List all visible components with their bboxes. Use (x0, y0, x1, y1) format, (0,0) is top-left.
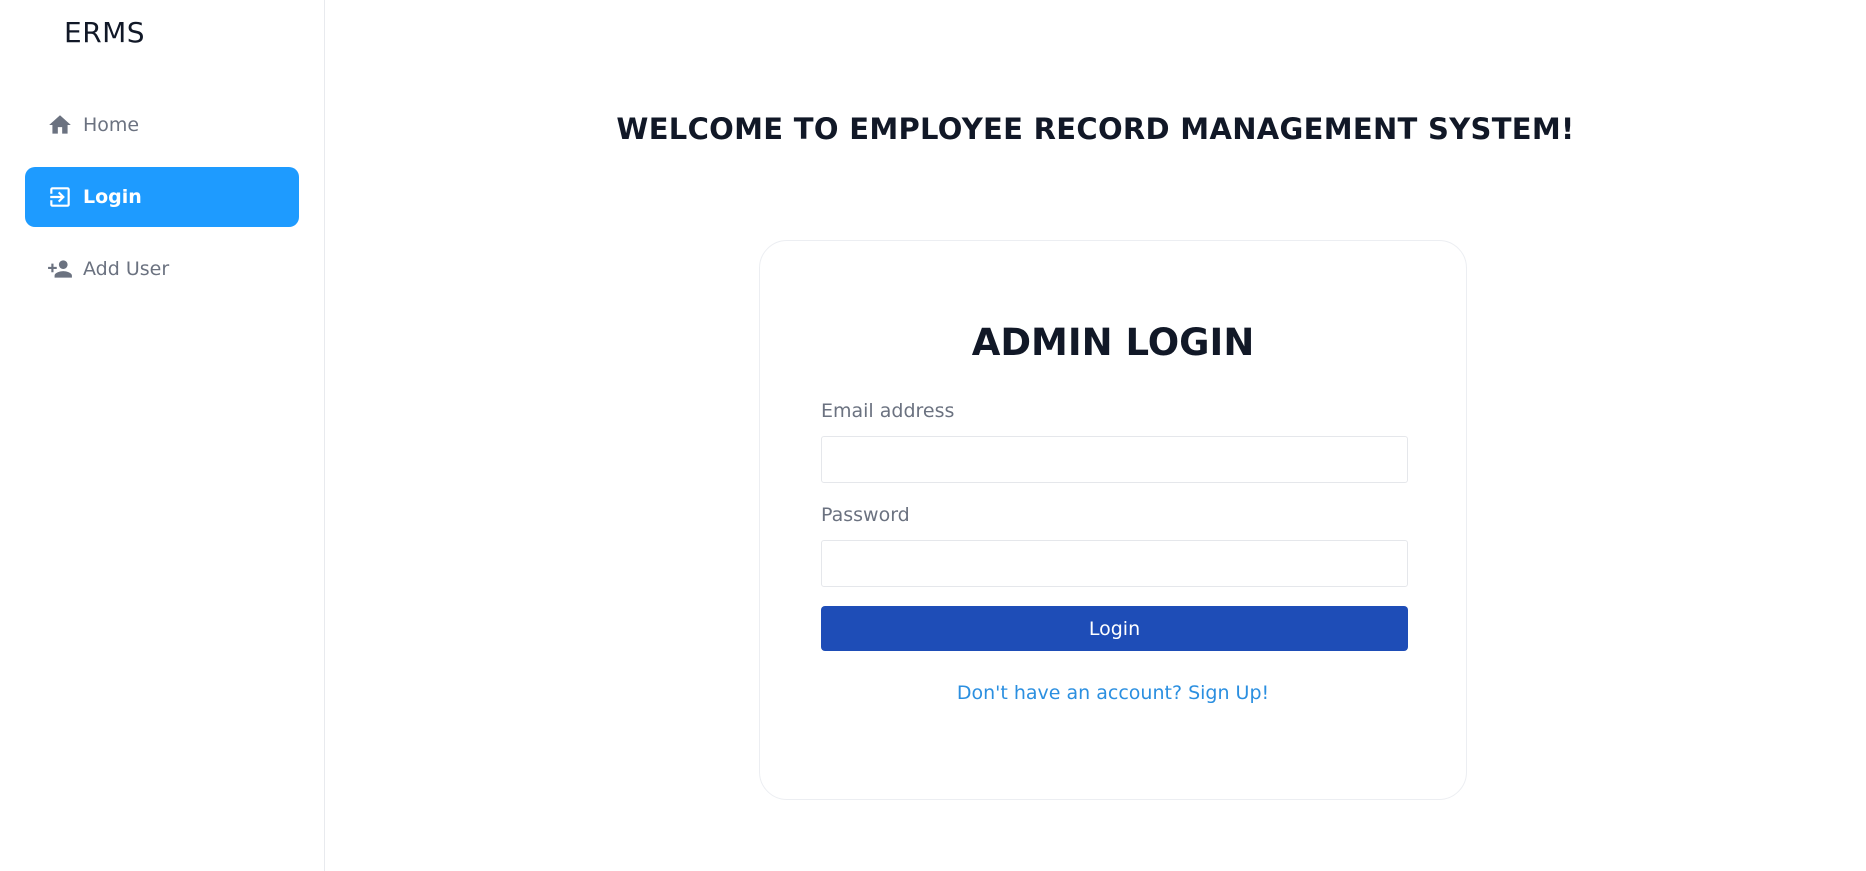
page-title: WELCOME TO EMPLOYEE RECORD MANAGEMENT SY… (616, 112, 1575, 146)
sidebar-item-login[interactable]: Login (25, 167, 299, 227)
sidebar-item-add-user[interactable]: Add User (25, 239, 299, 299)
login-button[interactable]: Login (821, 606, 1408, 651)
email-label: Email address (821, 400, 955, 422)
sidebar-item-label: Login (83, 186, 142, 208)
login-card-title: ADMIN LOGIN (971, 321, 1255, 364)
email-field[interactable] (821, 436, 1408, 483)
signup-link[interactable]: Don't have an account? Sign Up! (760, 682, 1466, 704)
sidebar-item-home[interactable]: Home (25, 95, 299, 155)
home-icon (47, 112, 73, 138)
password-field[interactable] (821, 540, 1408, 587)
app-root: ERMS Home Login Add User WELCOME TO EMPL… (0, 0, 1866, 871)
password-label: Password (821, 504, 910, 526)
sidebar: ERMS Home Login Add User (0, 0, 325, 871)
login-card: ADMIN LOGIN Email address Password Login… (759, 240, 1467, 800)
login-icon (47, 184, 73, 210)
brand-logo[interactable]: ERMS (64, 16, 145, 49)
sidebar-item-label: Add User (83, 258, 170, 280)
sidebar-item-label: Home (83, 114, 140, 136)
add-user-icon (47, 256, 73, 282)
